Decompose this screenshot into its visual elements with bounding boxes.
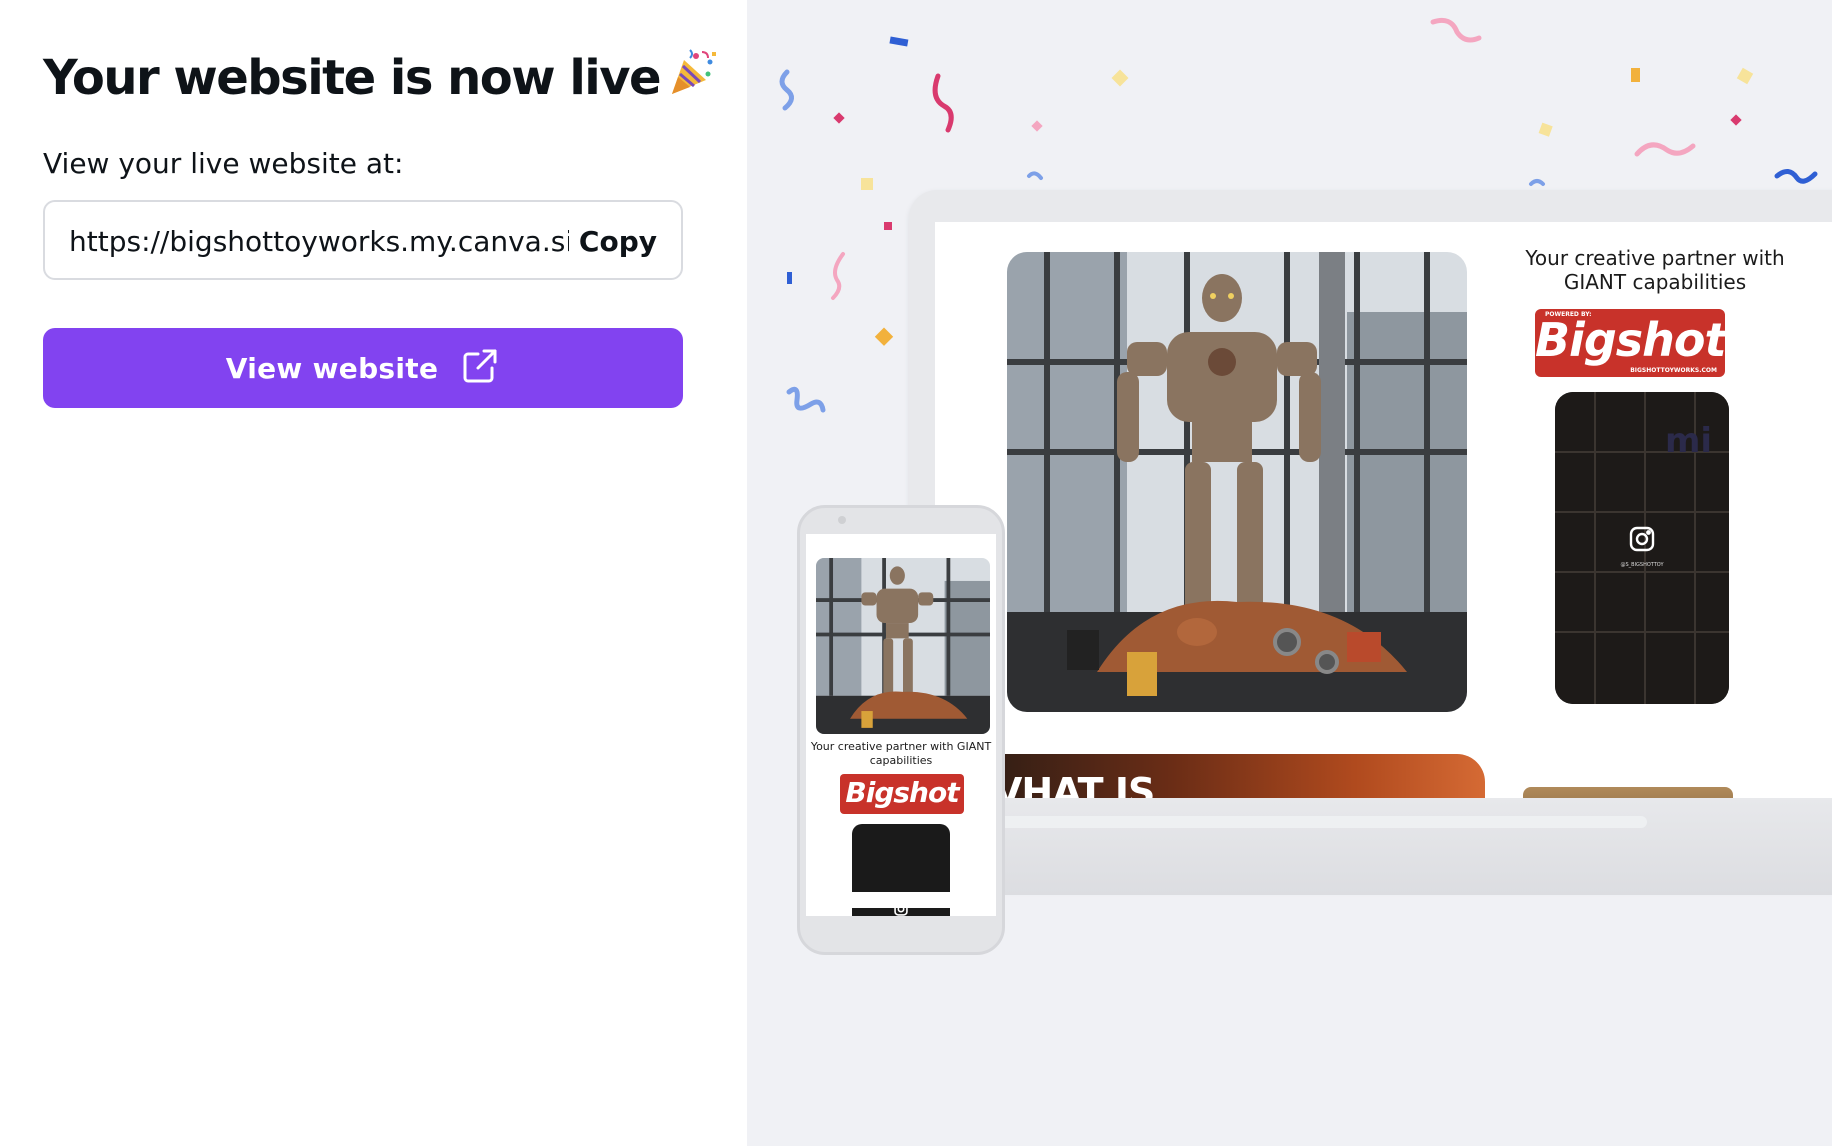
page-title-text: Your website is now live	[43, 50, 662, 106]
svg-text:mi: mi	[1665, 421, 1712, 461]
party-popper-icon	[666, 46, 718, 114]
instagram-embed: mi @S_BIGSHOTTOY	[1555, 392, 1729, 704]
instagram-icon	[1629, 526, 1655, 552]
laptop-mockup: Your creative partner with GIANT capabil…	[909, 190, 1832, 890]
next-section-heading: VHAT IS	[993, 770, 1155, 798]
product-box-thumbnail	[1523, 787, 1733, 798]
live-url-text[interactable]: https://bigshottoyworks.my.canva.sit	[69, 224, 569, 260]
view-website-label: View website	[225, 351, 439, 385]
publish-panel: Your website is now live View your live …	[0, 0, 747, 1146]
phone-logo-wordmark: Bigshot	[845, 776, 959, 809]
external-link-icon	[460, 346, 500, 390]
phone-hero-image	[816, 558, 990, 734]
copy-button[interactable]: Copy	[579, 224, 657, 260]
phone-camera	[838, 516, 846, 524]
phone-bigshot-logo: Bigshot	[840, 774, 964, 814]
site-tagline: Your creative partner with GIANT capabil…	[1525, 246, 1785, 294]
hero-image	[1007, 252, 1467, 712]
phone-home-bar	[830, 892, 972, 908]
instagram-handle: @S_BIGSHOTTOY	[1620, 562, 1664, 568]
laptop-screen: Your creative partner with GIANT capabil…	[935, 222, 1832, 798]
logo-url: BIGSHOTTOYWORKS.COM	[1630, 367, 1717, 374]
next-section-banner: VHAT IS	[965, 754, 1485, 798]
phone-mockup: Your creative partner with GIANT capabil…	[797, 505, 1005, 955]
laptop-keyboard	[907, 816, 1647, 828]
live-url-field[interactable]: https://bigshottoyworks.my.canva.sit Cop…	[43, 200, 683, 280]
page-title: Your website is now live	[43, 46, 718, 114]
phone-tagline: Your creative partner with GIANT capabil…	[810, 740, 992, 767]
preview-panel: Your creative partner with GIANT capabil…	[747, 0, 1832, 1146]
logo-wordmark: Bigshot	[1535, 313, 1725, 367]
view-website-button[interactable]: View website	[43, 328, 683, 408]
phone-screen: Your creative partner with GIANT capabil…	[806, 534, 996, 916]
bigshot-logo: POWERED BY: Bigshot BIGSHOTTOYWORKS.COM	[1535, 309, 1725, 377]
live-url-label: View your live website at:	[43, 147, 404, 180]
